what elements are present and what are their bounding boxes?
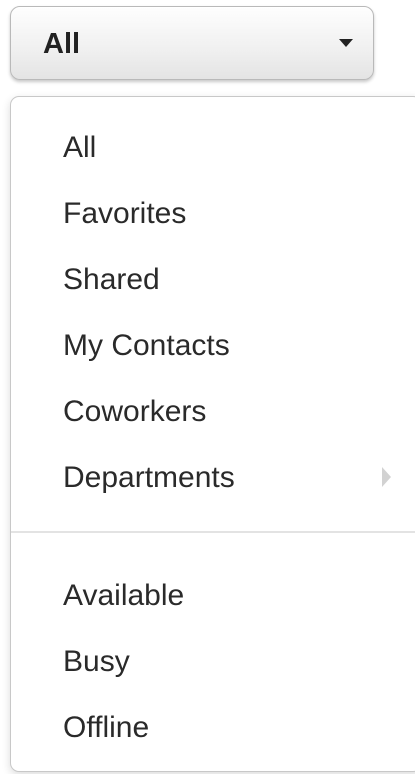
menu-item-label: Favorites: [63, 197, 187, 230]
menu-item-coworkers[interactable]: Coworkers: [11, 383, 415, 439]
menu-divider: [11, 531, 415, 533]
menu-item-label: Coworkers: [63, 395, 207, 428]
menu-item-label: My Contacts: [63, 329, 230, 362]
chevron-right-icon: [382, 467, 391, 487]
menu-item-shared[interactable]: Shared: [11, 251, 415, 307]
menu-item-label: All: [63, 131, 97, 164]
menu-item-offline[interactable]: Offline: [11, 699, 415, 755]
selected-filter-label: All: [43, 28, 81, 60]
menu-item-departments[interactable]: Departments: [11, 449, 415, 505]
menu-item-label: Shared: [63, 263, 160, 296]
menu-item-my-contacts[interactable]: My Contacts: [11, 317, 415, 373]
caret-down-icon: [339, 39, 353, 47]
contacts-filter-dropdown: All All Favorites Shared My Contacts Cow…: [0, 0, 415, 774]
menu-item-all[interactable]: All: [11, 119, 415, 175]
filter-menu: All Favorites Shared My Contacts Coworke…: [10, 96, 415, 772]
menu-item-busy[interactable]: Busy: [11, 633, 415, 689]
menu-item-label: Busy: [63, 645, 130, 678]
menu-item-label: Departments: [63, 461, 235, 494]
menu-item-available[interactable]: Available: [11, 567, 415, 623]
menu-item-label: Available: [63, 579, 185, 612]
menu-item-label: Offline: [63, 711, 150, 744]
filter-select-button[interactable]: All: [10, 6, 374, 80]
menu-item-favorites[interactable]: Favorites: [11, 185, 415, 241]
